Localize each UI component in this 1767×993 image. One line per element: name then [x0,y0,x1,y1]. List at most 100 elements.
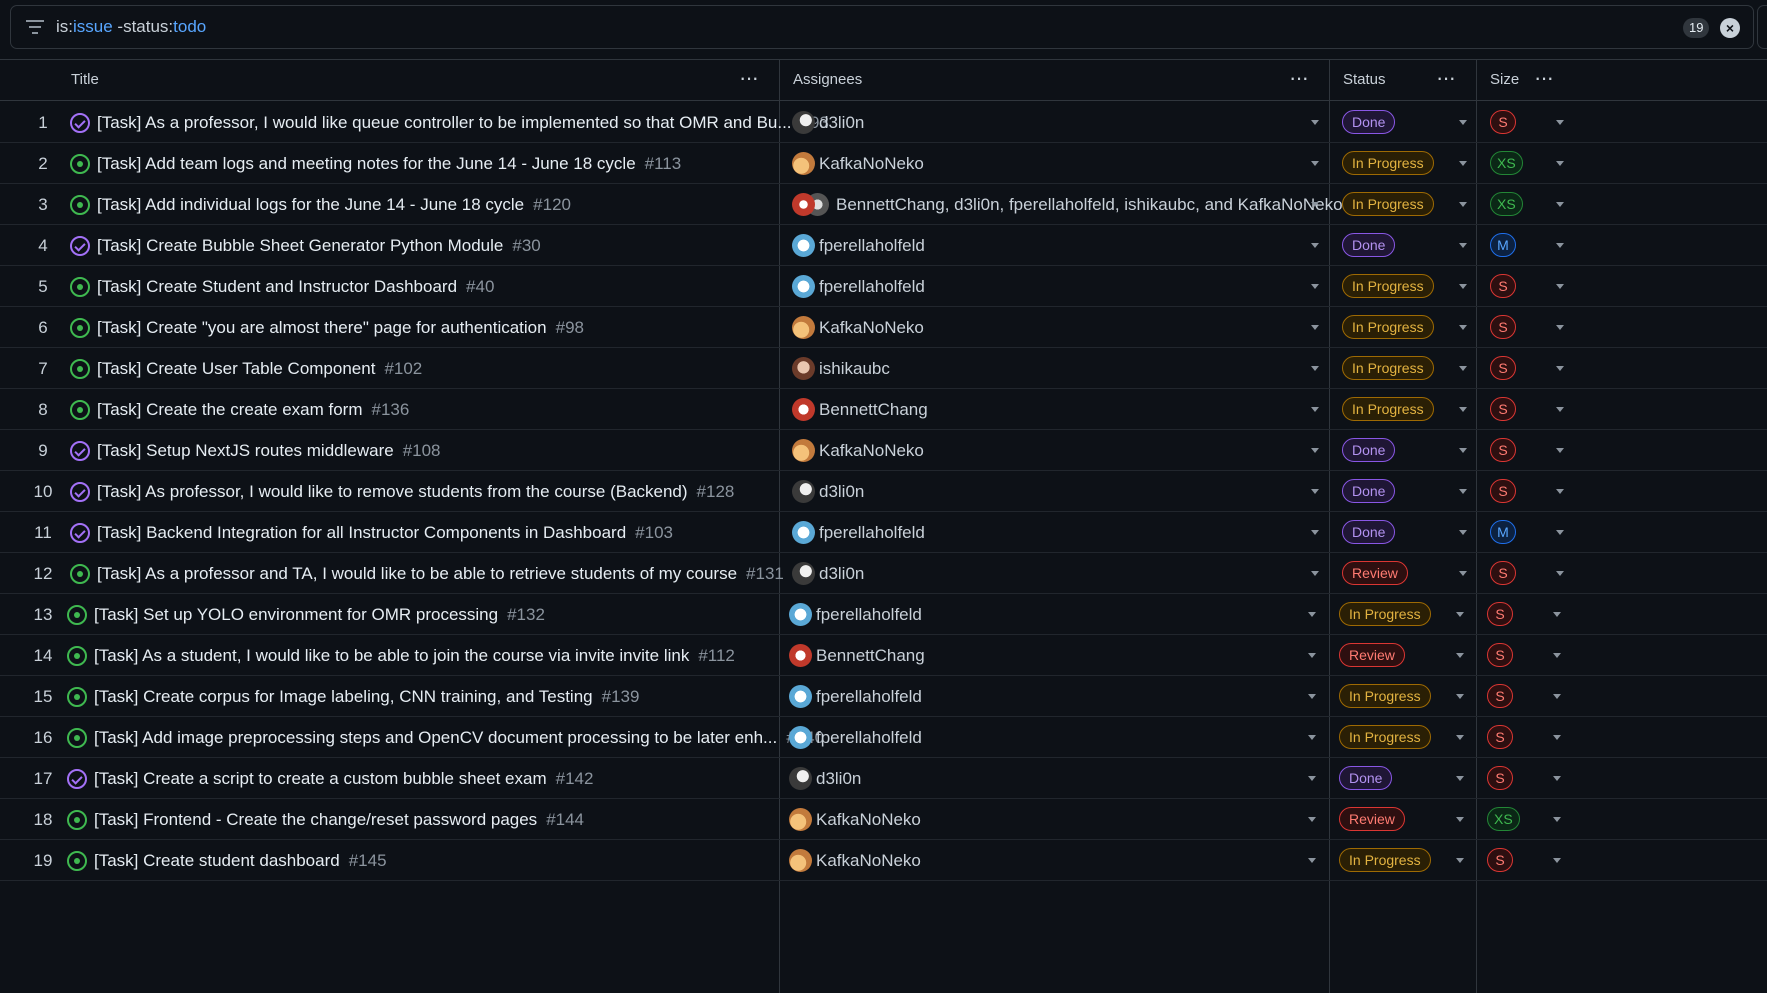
chevron-down-icon[interactable] [1456,817,1464,822]
chevron-down-icon[interactable] [1556,161,1564,166]
chevron-down-icon[interactable] [1553,776,1561,781]
chevron-down-icon[interactable] [1456,776,1464,781]
table-row[interactable]: 11 [Task] Backend Integration for all Ins… [0,512,1767,553]
issue-title[interactable]: [Task] Create Bubble Sheet Generator Pyt… [97,225,541,266]
size-column-menu-icon[interactable]: ··· [1534,60,1554,100]
assignee-names[interactable]: BennettChang [816,635,925,676]
chevron-down-icon[interactable] [1456,612,1464,617]
status-badge[interactable]: In Progress [1342,397,1434,421]
size-badge[interactable]: S [1487,684,1513,708]
size-badge[interactable]: XS [1487,807,1520,831]
chevron-down-icon[interactable] [1456,653,1464,658]
size-badge[interactable]: M [1490,520,1516,544]
issue-title[interactable]: [Task] Backend Integration for all Instr… [97,512,673,553]
issue-title-text[interactable]: [Task] Create a script to create a custo… [94,769,547,788]
chevron-down-icon[interactable] [1459,120,1467,125]
assignee-names[interactable]: fperellaholfeld [819,266,925,307]
assignee-names[interactable]: d3li0n [819,102,864,143]
chevron-down-icon[interactable] [1459,530,1467,535]
chevron-down-icon[interactable] [1311,489,1319,494]
issue-title[interactable]: [Task] Create "you are almost there" pag… [97,307,584,348]
assignee-names[interactable]: KafkaNoNeko [819,430,924,471]
chevron-down-icon[interactable] [1556,366,1564,371]
chevron-down-icon[interactable] [1456,858,1464,863]
issue-title-text[interactable]: [Task] Backend Integration for all Instr… [97,523,626,542]
table-row[interactable]: 3 [Task] Add individual logs for the June… [0,184,1767,225]
chevron-down-icon[interactable] [1311,161,1319,166]
chevron-down-icon[interactable] [1459,325,1467,330]
issue-title-text[interactable]: [Task] Set up YOLO environment for OMR p… [94,605,498,624]
chevron-down-icon[interactable] [1553,858,1561,863]
status-badge[interactable]: Done [1342,110,1396,134]
chevron-down-icon[interactable] [1459,571,1467,576]
status-badge[interactable]: In Progress [1342,151,1434,175]
issue-title[interactable]: [Task] As professor, I would like to rem… [97,471,734,512]
status-badge[interactable]: In Progress [1342,315,1434,339]
chevron-down-icon[interactable] [1556,325,1564,330]
table-row[interactable]: 9 [Task] Setup NextJS routes middleware #1… [0,430,1767,471]
size-badge[interactable]: S [1490,397,1516,421]
chevron-down-icon[interactable] [1459,489,1467,494]
issue-title-text[interactable]: [Task] As a professor, I would like queu… [97,113,792,132]
table-row[interactable]: 13 [Task] Set up YOLO environment for OMR… [0,594,1767,635]
column-header-status[interactable]: Status [1343,60,1386,100]
filter-icon[interactable] [25,18,45,36]
chevron-down-icon[interactable] [1459,448,1467,453]
issue-title-text[interactable]: [Task] Add individual logs for the June … [97,195,524,214]
table-row[interactable]: 19 [Task] Create student dashboard #145 Kaf… [0,840,1767,881]
chevron-down-icon[interactable] [1308,694,1316,699]
status-badge[interactable]: In Progress [1339,848,1431,872]
chevron-down-icon[interactable] [1553,694,1561,699]
status-badge[interactable]: Review [1339,643,1405,667]
issue-title[interactable]: [Task] Create the create exam form #136 [97,389,409,430]
assignee-names[interactable]: fperellaholfeld [819,225,925,266]
issue-title[interactable]: [Task] Add image preprocessing steps and… [94,717,824,758]
assignee-names[interactable]: fperellaholfeld [816,594,922,635]
size-badge[interactable]: S [1487,766,1513,790]
chevron-down-icon[interactable] [1553,817,1561,822]
chevron-down-icon[interactable] [1308,612,1316,617]
table-row[interactable]: 17 [Task] Create a script to create a cus… [0,758,1767,799]
table-row[interactable]: 14 [Task] As a student, I would like to b… [0,635,1767,676]
assignee-names[interactable]: d3li0n [819,471,864,512]
assignee-names[interactable]: fperellaholfeld [816,676,922,717]
size-badge[interactable]: S [1487,848,1513,872]
assignee-names[interactable]: ishikaubc [819,348,890,389]
size-badge[interactable]: S [1490,561,1516,585]
chevron-down-icon[interactable] [1311,448,1319,453]
chevron-down-icon[interactable] [1556,243,1564,248]
size-badge[interactable]: S [1490,479,1516,503]
issue-title[interactable]: [Task] As a professor, I would like queu… [97,102,829,143]
size-badge[interactable]: S [1490,438,1516,462]
chevron-down-icon[interactable] [1308,817,1316,822]
status-badge[interactable]: Done [1342,479,1396,503]
issue-title-text[interactable]: [Task] Frontend - Create the change/rese… [94,810,537,829]
chevron-down-icon[interactable] [1311,120,1319,125]
chevron-down-icon[interactable] [1459,202,1467,207]
issue-title[interactable]: [Task] Add team logs and meeting notes f… [97,143,681,184]
view-options-edge[interactable] [1757,5,1767,49]
assignee-names[interactable]: KafkaNoNeko [819,143,924,184]
column-header-title[interactable]: Title [71,60,99,100]
chevron-down-icon[interactable] [1311,366,1319,371]
issue-title-text[interactable]: [Task] As professor, I would like to rem… [97,482,688,501]
chevron-down-icon[interactable] [1311,202,1319,207]
status-badge[interactable]: Done [1339,766,1393,790]
assignee-names[interactable]: fperellaholfeld [819,512,925,553]
column-header-size[interactable]: Size [1490,60,1519,100]
issue-title[interactable]: [Task] Add individual logs for the June … [97,184,571,225]
status-badge[interactable]: In Progress [1339,602,1431,626]
table-row[interactable]: 12 [Task] As a professor and TA, I would … [0,553,1767,594]
status-badge[interactable]: Review [1339,807,1405,831]
issue-title[interactable]: [Task] Create corpus for Image labeling,… [94,676,639,717]
chevron-down-icon[interactable] [1308,653,1316,658]
table-row[interactable]: 18 [Task] Frontend - Create the change/re… [0,799,1767,840]
size-badge[interactable]: S [1490,356,1516,380]
chevron-down-icon[interactable] [1308,776,1316,781]
issue-title-text[interactable]: [Task] Add team logs and meeting notes f… [97,154,636,173]
issue-title[interactable]: [Task] Create a script to create a custo… [94,758,593,799]
assignee-names[interactable]: d3li0n [819,553,864,594]
chevron-down-icon[interactable] [1553,653,1561,658]
issue-title-text[interactable]: [Task] Create Bubble Sheet Generator Pyt… [97,236,503,255]
issue-title[interactable]: [Task] As a professor and TA, I would li… [97,553,784,594]
